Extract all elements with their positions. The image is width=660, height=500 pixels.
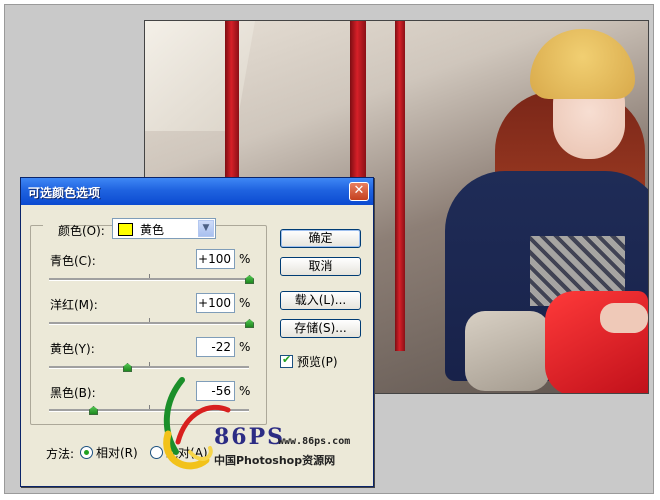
- watermark-site-name: 中国Photoshop资源网: [214, 454, 336, 467]
- relative-label: 相对(R): [96, 446, 138, 460]
- magenta-percent: %: [239, 296, 251, 310]
- yellow-label: 黄色(Y):: [50, 342, 95, 356]
- yellow-slider-track[interactable]: [49, 362, 249, 372]
- cyan-input[interactable]: +100: [196, 249, 235, 269]
- color-swatch: [118, 223, 133, 236]
- load-button[interactable]: 载入(L)...: [280, 291, 361, 310]
- radio-selected-dot: [84, 450, 89, 455]
- radio-relative[interactable]: [80, 446, 93, 459]
- cyan-label: 青色(C):: [50, 254, 96, 268]
- color-legend: 颜色(O):: [43, 218, 105, 240]
- magenta-input[interactable]: +100: [196, 293, 235, 313]
- preview-toggle[interactable]: ✔ 预览(P): [280, 353, 338, 370]
- photo-hand: [600, 303, 648, 333]
- close-button[interactable]: ✕: [349, 182, 369, 201]
- preview-label: 预览(P): [297, 355, 338, 369]
- photo-red-pole: [395, 21, 405, 351]
- watermark-logo-text: 86PS: [214, 424, 286, 450]
- chevron-down-icon[interactable]: ▼: [198, 220, 214, 237]
- magenta-label: 洋红(M):: [50, 298, 98, 312]
- yellow-input[interactable]: -22: [196, 337, 235, 357]
- checkmark-icon: ✔: [282, 353, 292, 366]
- dialog-title: 可选颜色选项: [28, 186, 101, 200]
- site-watermark: 86PS www.86ps.com 中国Photoshop资源网: [150, 372, 355, 477]
- color-dropdown[interactable]: 黄色 ▼: [112, 218, 216, 239]
- method-relative-option[interactable]: 相对(R): [80, 444, 138, 461]
- photo-bag: [465, 311, 550, 391]
- save-button[interactable]: 存储(S)...: [280, 319, 361, 338]
- preview-checkbox[interactable]: ✔: [280, 353, 293, 368]
- magenta-slider-track[interactable]: [49, 318, 254, 328]
- slider-center-tick: [149, 318, 150, 322]
- method-label: 方法:: [46, 447, 75, 461]
- color-label: 颜色(O):: [58, 224, 105, 238]
- dialog-titlebar[interactable]: 可选颜色选项 ✕: [21, 178, 373, 205]
- color-dropdown-value: 黄色: [140, 223, 165, 237]
- cancel-button[interactable]: 取消: [280, 257, 361, 276]
- slider-center-tick: [149, 362, 150, 366]
- cyan-slider-track[interactable]: [49, 274, 254, 284]
- cyan-percent: %: [239, 252, 251, 266]
- watermark-url: www.86ps.com: [278, 436, 351, 447]
- slider-center-tick: [149, 274, 150, 278]
- black-label: 黑色(B):: [50, 386, 96, 400]
- close-icon: ✕: [353, 183, 365, 198]
- photo-girl-hat: [530, 29, 635, 99]
- ok-button[interactable]: 确定: [280, 229, 361, 248]
- yellow-percent: %: [239, 340, 251, 354]
